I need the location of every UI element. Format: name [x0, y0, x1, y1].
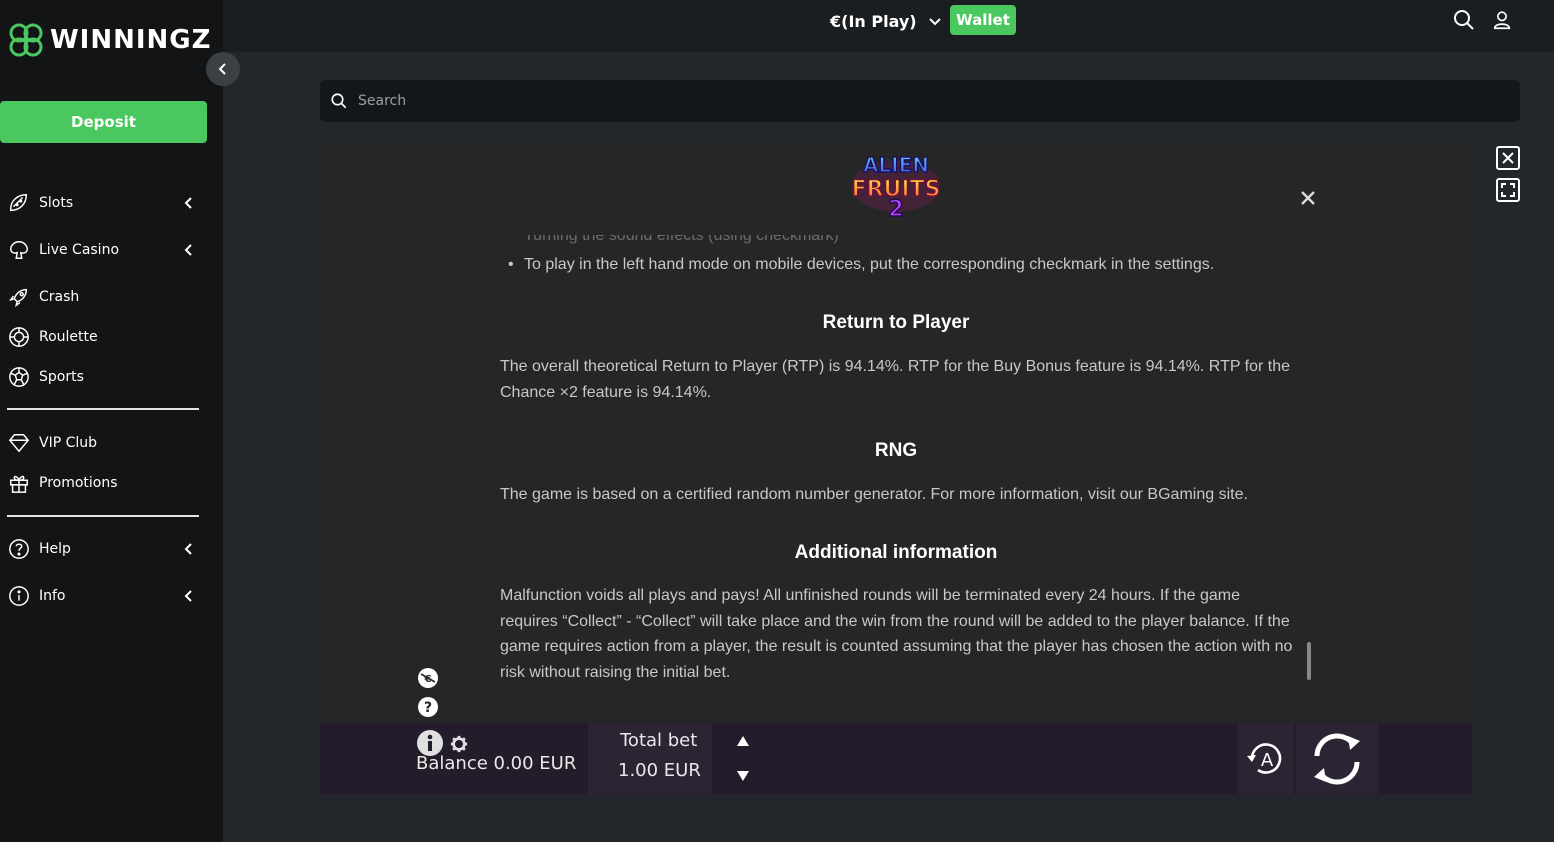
sidebar-item-roulette[interactable]: Roulette	[7, 324, 197, 350]
sidebar-item-label: Help	[39, 541, 71, 557]
gift-icon	[7, 471, 31, 495]
game-logo-image: ALIEN FRUITS 2	[851, 152, 941, 220]
autoplay-label: A	[1261, 750, 1274, 771]
user-icon[interactable]	[1490, 8, 1514, 32]
autoplay-button[interactable]: A	[1238, 723, 1294, 794]
sidebar-divider	[7, 408, 199, 410]
sidebar-item-promotions[interactable]: Promotions	[7, 470, 197, 496]
fullscreen-icon	[1501, 183, 1515, 197]
sidebar-item-live-casino[interactable]: Live Casino	[7, 237, 197, 263]
autoplay-icon: A	[1247, 742, 1282, 774]
total-bet-label: Total bet	[620, 730, 698, 751]
balance-display: Balance 0.00 EUR	[416, 753, 577, 774]
search-input[interactable]	[358, 93, 1458, 109]
slots-icon	[7, 191, 31, 215]
additional-info-text: Malfunction voids all plays and pays! Al…	[500, 587, 1293, 681]
arrow-down-icon	[737, 771, 749, 781]
sidebar-item-help[interactable]: Help	[7, 536, 197, 562]
game-control-bar: Balance 0.00 EUR Total bet 1.00 EUR A	[320, 723, 1472, 794]
sidebar-item-slots[interactable]: Slots	[7, 190, 197, 216]
additional-info-heading: Additional information	[794, 542, 998, 563]
sidebar-item-label: VIP Club	[39, 435, 98, 451]
balance-selector-label: €(In Play)	[830, 11, 917, 31]
spin-button[interactable]	[1296, 723, 1378, 794]
sidebar-item-sports[interactable]: Sports	[7, 364, 197, 390]
search-icon[interactable]	[1452, 8, 1476, 32]
rules-bullet: To play in the left hand mode on mobile …	[508, 256, 1214, 274]
total-bet-box: Total bet 1.00 EUR	[588, 723, 712, 794]
roulette-icon	[7, 325, 31, 349]
sidebar-item-label: Live Casino	[39, 242, 120, 258]
responsible-gaming-icon[interactable]: €	[417, 667, 439, 689]
sidebar-item-label: Info	[39, 588, 66, 604]
sidebar-divider	[7, 515, 199, 517]
rules-bullet: Turning the sound effects (using checkma…	[524, 235, 839, 245]
total-bet-value: 1.00 EUR	[618, 760, 701, 781]
chevron-left-icon	[218, 63, 226, 75]
rng-heading: RNG	[874, 440, 918, 461]
brand-name: WINNINGZ	[50, 25, 212, 55]
chevron-left-icon	[181, 242, 197, 258]
sidebar-item-vip-club[interactable]: VIP Club	[7, 430, 197, 456]
rtp-heading: Return to Player	[822, 312, 970, 333]
live-casino-icon	[7, 238, 31, 262]
rules-scrollbar[interactable]	[1307, 642, 1311, 680]
soccer-ball-icon	[7, 365, 31, 389]
sidebar-item-label: Slots	[39, 195, 74, 211]
spin-icon	[1314, 733, 1360, 784]
balance-selector[interactable]: €(In Play)	[830, 9, 941, 33]
svg-text:ALIEN: ALIEN	[863, 153, 929, 177]
brand-logo[interactable]: WINNINGZ	[6, 20, 212, 60]
game-frame: ALIEN FRUITS 2 Turning the sound effects…	[320, 145, 1472, 794]
clover-logo-icon	[9, 23, 43, 57]
sidebar-item-info[interactable]: Info	[7, 583, 197, 609]
close-game-button[interactable]	[1496, 146, 1520, 170]
svg-text:?: ?	[424, 700, 432, 716]
search-icon	[331, 93, 347, 109]
sidebar-item-label: Sports	[39, 369, 84, 385]
deposit-button[interactable]: Deposit	[0, 101, 207, 143]
chevron-left-icon	[181, 195, 197, 211]
close-icon	[1502, 152, 1514, 164]
rng-text: The game is based on a certified random …	[500, 486, 1248, 503]
sidebar-item-label: Promotions	[39, 475, 118, 491]
bet-decrease-button[interactable]	[728, 761, 758, 791]
arrow-up-icon	[737, 736, 749, 746]
rtp-text: The overall theoretical Return to Player…	[500, 358, 1291, 401]
chevron-left-icon	[181, 541, 197, 557]
svg-text:2: 2	[888, 197, 903, 220]
diamond-icon	[7, 431, 31, 455]
search-bar	[320, 80, 1520, 122]
help-icon	[7, 537, 31, 561]
sidebar-item-label: Roulette	[39, 329, 98, 345]
question-icon[interactable]: ?	[417, 696, 439, 718]
wallet-button[interactable]: Wallet	[950, 5, 1016, 35]
close-rules-icon[interactable]	[1300, 190, 1318, 208]
fullscreen-button[interactable]	[1496, 178, 1520, 202]
sidebar-item-label: Crash	[39, 289, 80, 305]
rocket-icon	[7, 285, 31, 309]
bet-increase-button[interactable]	[728, 726, 758, 756]
info-icon	[7, 584, 31, 608]
collapse-sidebar-button[interactable]	[206, 52, 240, 86]
rules-content: Turning the sound effects (using checkma…	[500, 230, 1300, 690]
chevron-left-icon	[181, 588, 197, 604]
sidebar-item-crash[interactable]: Crash	[7, 284, 197, 310]
chevron-down-icon	[928, 18, 941, 26]
sidebar: WINNINGZ Deposit Slots Live Casino Crash…	[0, 0, 223, 842]
